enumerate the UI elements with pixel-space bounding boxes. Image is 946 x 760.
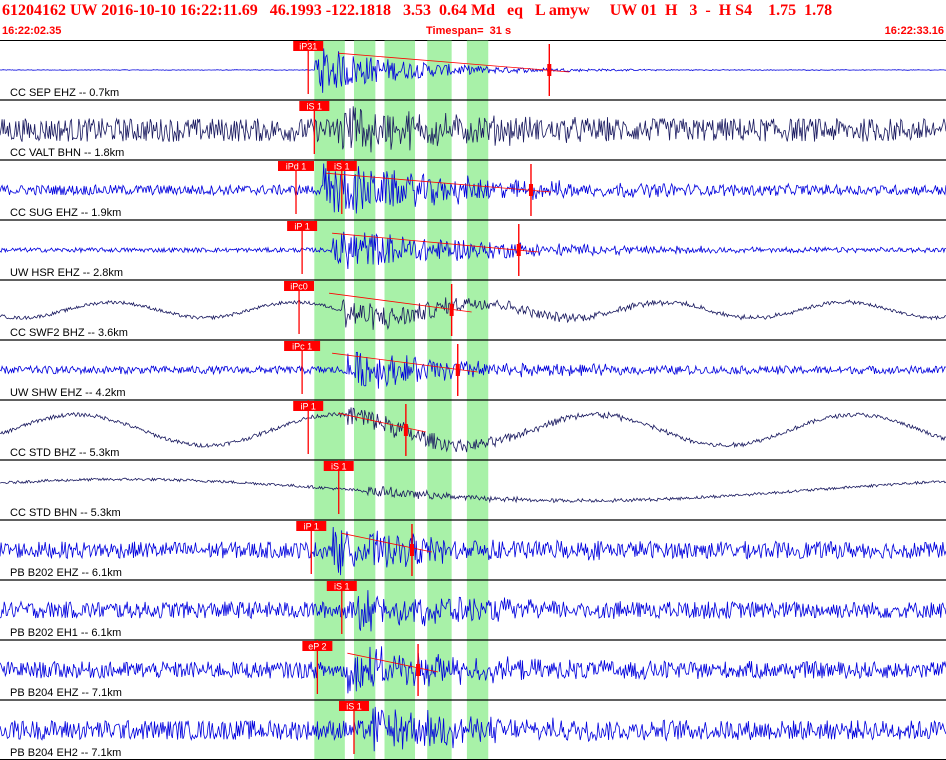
station-label: UW SHW EHZ -- 4.2km [10, 387, 126, 399]
end-time: 16:22:33.16 [884, 25, 944, 37]
phase-pick-label: iS 1 [331, 462, 347, 472]
amplitude-marker-block [409, 544, 414, 556]
station-label: CC VALT BHN -- 1.8km [10, 147, 124, 159]
amplitude-marker-block [528, 184, 533, 196]
phase-pick-label: iP 1 [294, 222, 309, 232]
station-label: CC STD BHN -- 5.3km [10, 507, 121, 519]
amplitude-marker-block [455, 364, 460, 376]
station-label: CC SUG EHZ -- 1.9km [10, 207, 121, 219]
station-label: CC SWF2 BHZ -- 3.6km [10, 327, 128, 339]
phase-pick-label: iS 1 [334, 582, 350, 592]
amplitude-marker-block [449, 304, 454, 316]
event-summary: 61204162 UW 2016-10-10 16:22:11.69 46.19… [2, 2, 833, 19]
phase-pick-secondary-label: iS 1 [334, 162, 350, 172]
station-label: CC SEP EHZ -- 0.7km [10, 87, 119, 99]
start-time: 16:22:02.35 [2, 25, 62, 37]
phase-pick-label: iP31 [299, 42, 317, 52]
amplitude-marker-block [516, 244, 521, 256]
station-label: PB B204 EH2 -- 7.1km [10, 747, 121, 759]
phase-pick-label: iS 1 [346, 702, 362, 712]
station-label: CC STD BHZ -- 5.3km [10, 447, 119, 459]
seismogram-header: 61204162 UW 2016-10-10 16:22:11.69 46.19… [0, 0, 946, 41]
phase-pick-label: iPd 1 [286, 162, 307, 172]
phase-pick-label: iPc0 [290, 282, 308, 292]
trace-plot: iP31 CC SEP EHZ -- 0.7km iS 1 CC VALT BHN -… [0, 40, 946, 760]
amplitude-marker-block [403, 424, 408, 436]
station-label: PB B202 EHZ -- 6.1km [10, 567, 122, 579]
phase-pick-label: eP 2 [308, 642, 326, 652]
station-label: PB B202 EH1 -- 6.1km [10, 627, 121, 639]
phase-pick-label: iS 1 [307, 102, 323, 112]
amplitude-marker-block [547, 64, 552, 76]
amplitude-marker-block [416, 664, 421, 676]
phase-pick-label: iPc 1 [292, 342, 312, 352]
station-label: PB B204 EHZ -- 7.1km [10, 687, 122, 699]
seismogram-panel: iP31 CC SEP EHZ -- 0.7km iS 1 CC VALT BHN -… [0, 40, 946, 760]
timespan-label: Timespan= 31 s [426, 25, 512, 37]
phase-pick-label: iP 1 [301, 402, 316, 412]
station-label: UW HSR EHZ -- 2.8km [10, 267, 123, 279]
phase-pick-label: iP 1 [304, 522, 319, 532]
